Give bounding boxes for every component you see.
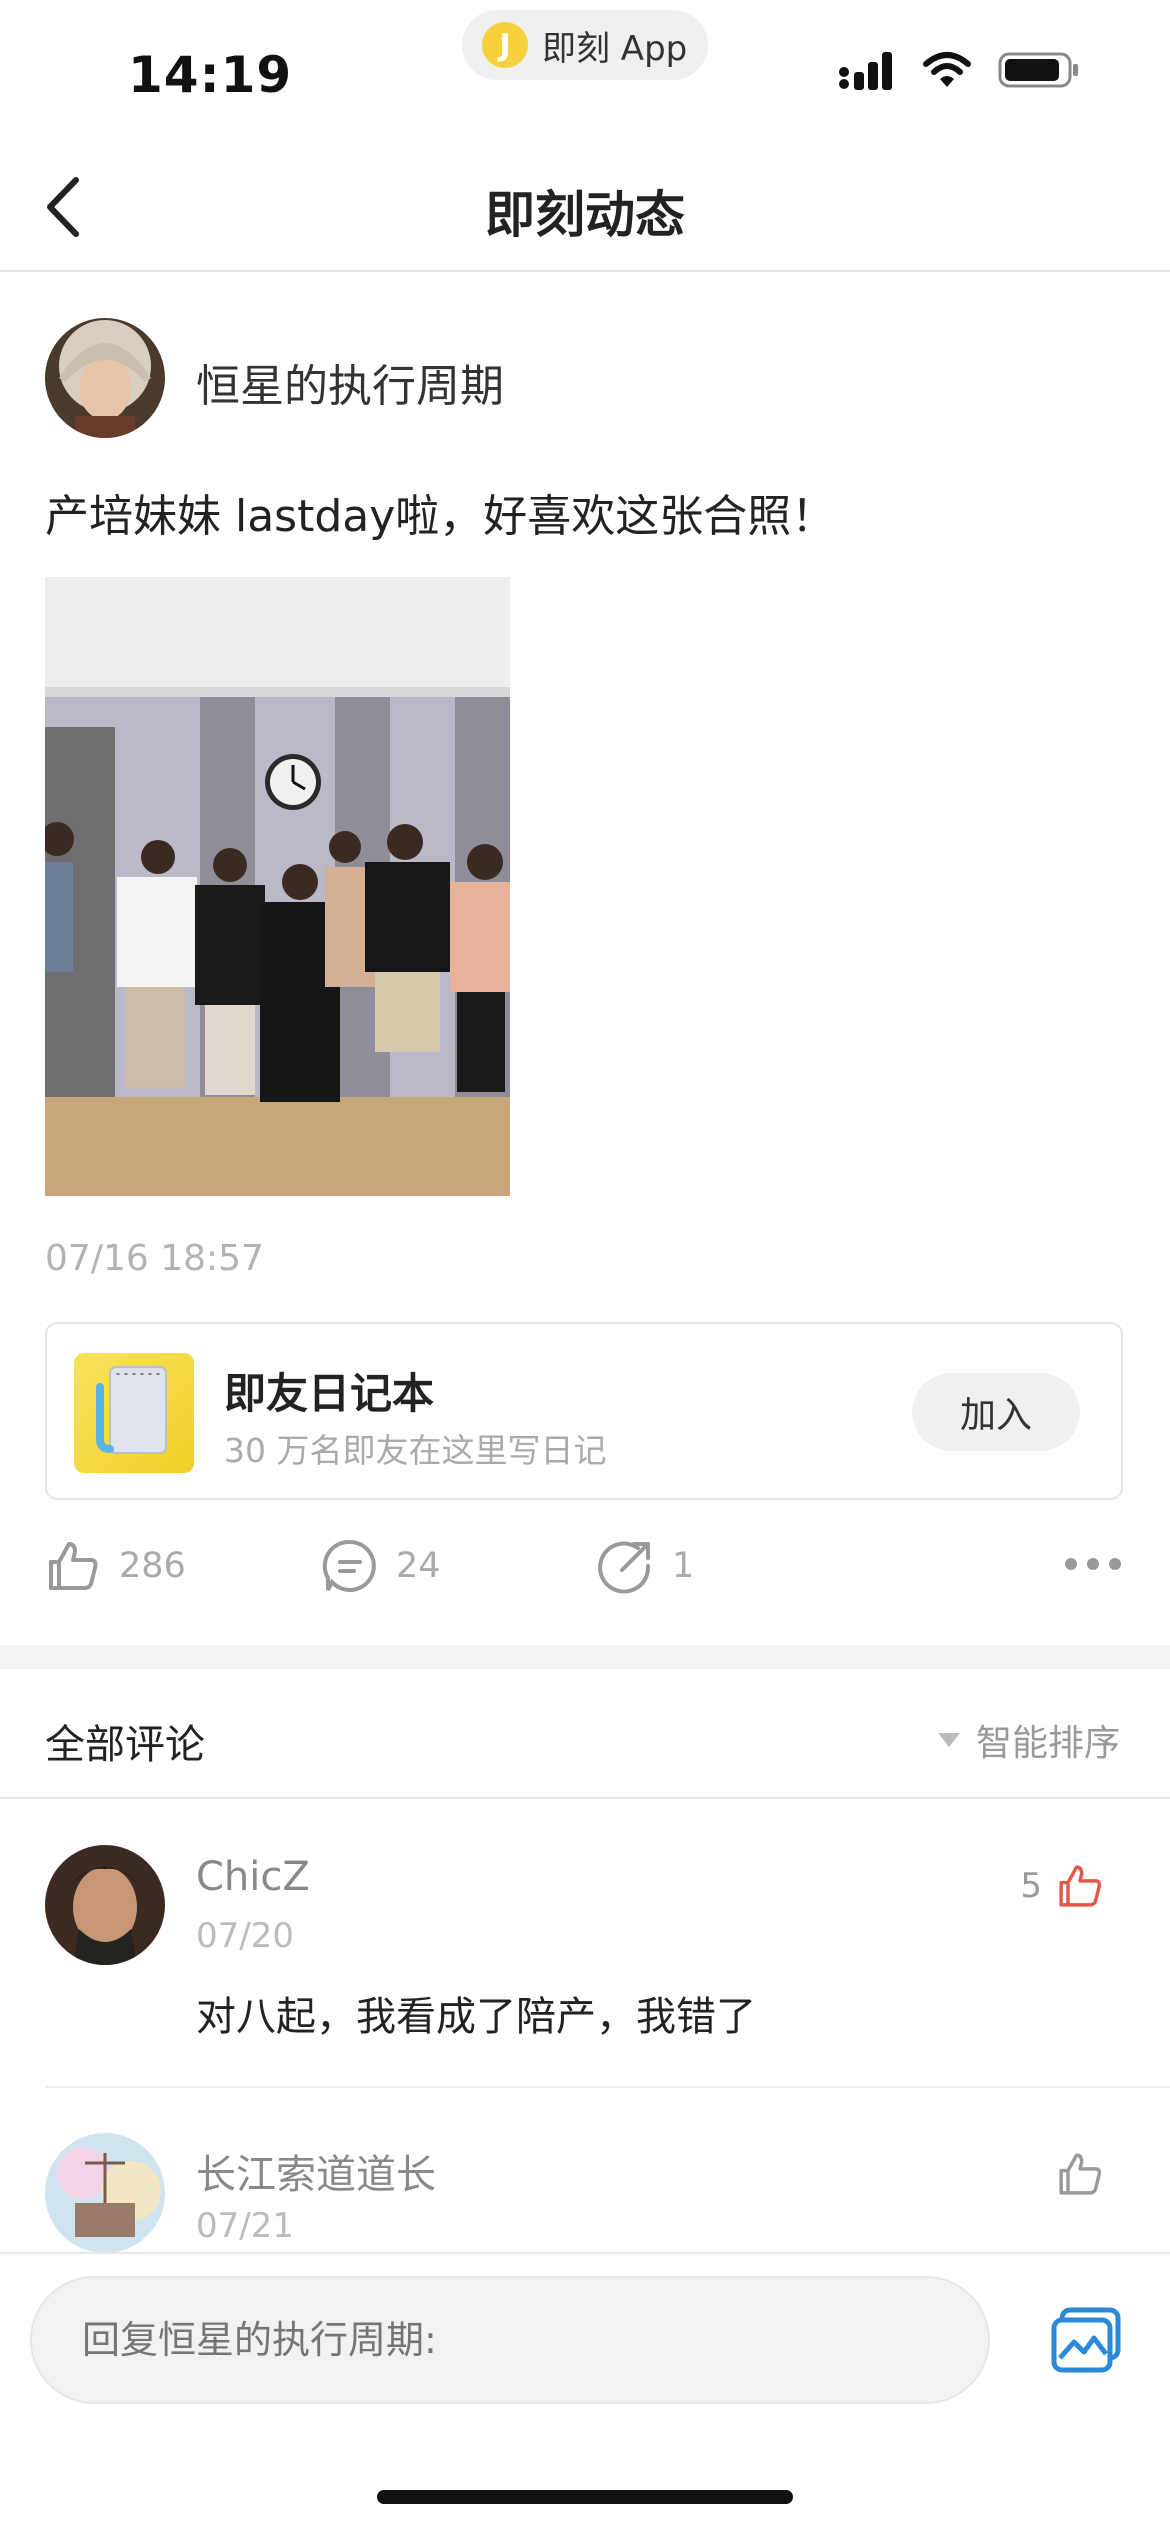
notebook-icon <box>74 1353 194 1473</box>
commenter-name[interactable]: 长江索道道长 <box>196 2142 436 2200</box>
home-indicator <box>377 2490 793 2504</box>
share-button[interactable]: 1 <box>598 1538 694 1594</box>
jike-logo-icon: J <box>482 22 528 68</box>
comments-divider <box>0 1797 1170 1799</box>
liked-icon <box>1059 1865 1101 1907</box>
comments-title: 全部评论 <box>45 1722 205 1768</box>
sort-label: 智能排序 <box>975 1723 1120 1764</box>
topic-subtitle: 30 万名即友在这里写日记 <box>224 1431 607 1470</box>
status-time: 14:19 <box>128 46 293 104</box>
comment-icon <box>322 1539 376 1592</box>
sort-dropdown[interactable]: 智能排序 <box>936 1714 1120 1766</box>
post-photo[interactable] <box>45 577 510 1196</box>
post-timestamp: 07/16 18:57 <box>45 1238 264 1279</box>
comment-like-count: 5 <box>1020 1866 1042 1906</box>
comment-button[interactable]: 24 <box>322 1538 441 1594</box>
topic-title: 即友日记本 <box>224 1369 435 1418</box>
more-icon[interactable] <box>1064 1556 1122 1572</box>
reply-input[interactable] <box>30 2276 990 2404</box>
app-source-pill[interactable]: J 即刻 App <box>462 10 708 80</box>
like-button[interactable]: 286 <box>45 1538 186 1594</box>
author-avatar[interactable] <box>45 318 165 438</box>
share-count: 1 <box>672 1546 695 1586</box>
commenter-avatar[interactable] <box>45 1845 165 1965</box>
sort-triangle-icon <box>937 1733 960 1747</box>
nav-divider <box>0 270 1170 272</box>
share-icon <box>598 1541 651 1594</box>
comment-date: 07/20 <box>196 1916 294 1956</box>
image-picker-icon[interactable] <box>1050 2306 1122 2374</box>
like-icon <box>49 1542 98 1590</box>
join-topic-button[interactable]: 加入 <box>912 1373 1080 1451</box>
commenter-avatar[interactable] <box>45 2133 165 2253</box>
comment-like-button[interactable]: 5 <box>1020 1862 1104 1910</box>
status-icons <box>838 50 1080 90</box>
app-source-label: 即刻 App <box>542 28 688 69</box>
comment-divider <box>45 2086 1170 2088</box>
comment-count: 24 <box>396 1546 441 1586</box>
post-text: 产培妹妹 lastday啦，好喜欢这张合照！ <box>45 491 836 542</box>
page-title: 即刻动态 <box>485 186 685 244</box>
wifi-icon <box>923 52 971 87</box>
comment-date: 07/21 <box>196 2206 294 2246</box>
comment-text[interactable]: 对八起，我看成了陪产，我错了 <box>196 1984 756 2042</box>
like-icon <box>1059 2153 1101 2195</box>
author-name[interactable]: 恒星的执行周期 <box>196 350 504 414</box>
section-separator <box>0 1645 1170 1669</box>
signal-icon <box>839 52 892 90</box>
battery-icon <box>998 52 1078 88</box>
commenter-name[interactable]: ChicZ <box>196 1854 310 1900</box>
comment-like-button[interactable] <box>1056 2150 1104 2198</box>
like-count: 286 <box>119 1546 186 1586</box>
